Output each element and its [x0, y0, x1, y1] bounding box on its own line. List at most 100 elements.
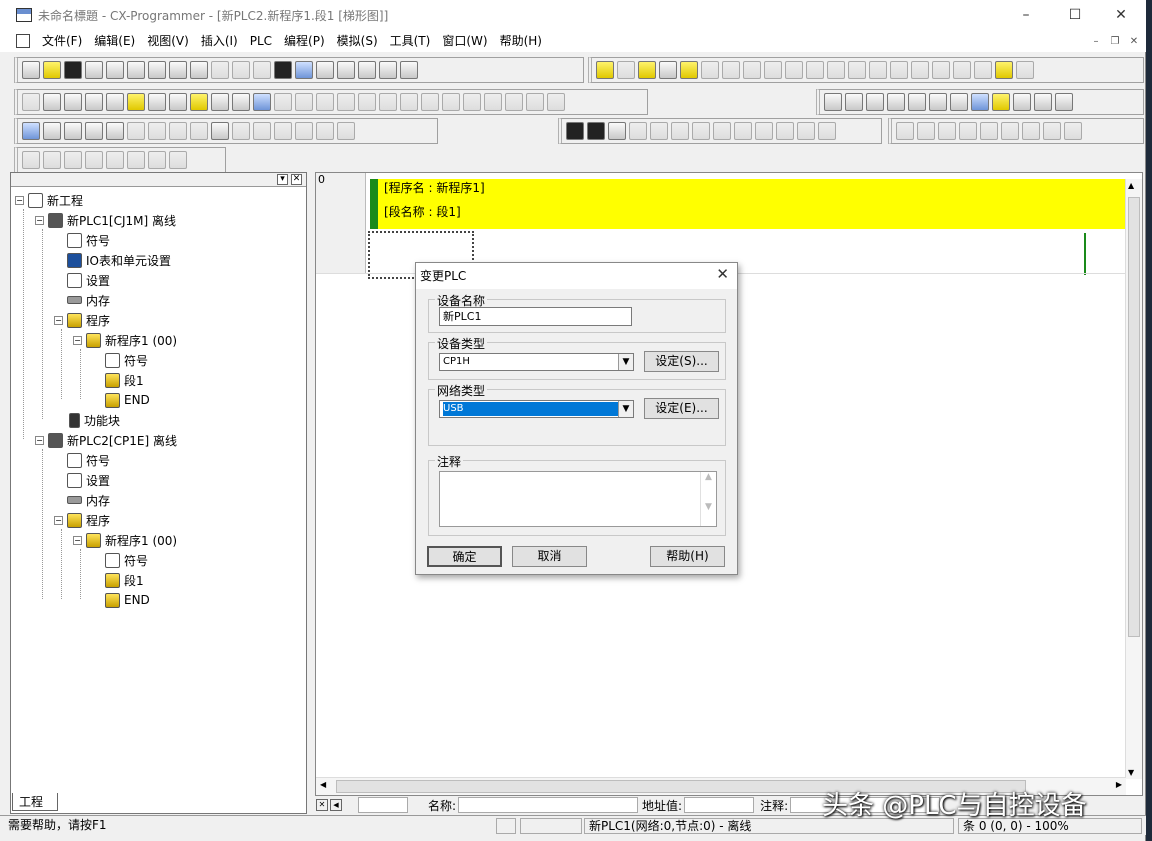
goto-icon[interactable]	[337, 61, 355, 79]
continuous-step-icon[interactable]	[797, 122, 815, 140]
menu-edit[interactable]: 编辑(E)	[88, 31, 141, 51]
scan-run-icon[interactable]	[818, 122, 836, 140]
comment-icon[interactable]	[127, 93, 145, 111]
net-5-icon[interactable]	[980, 122, 998, 140]
net-4-icon[interactable]	[959, 122, 977, 140]
tree-item-plc2-programs[interactable]: − 程序	[54, 510, 110, 530]
instruction-icon[interactable]	[442, 93, 460, 111]
tree-item-plc1-memory[interactable]: 内存	[67, 290, 110, 310]
menu-tools[interactable]: 工具(T)	[384, 31, 437, 51]
net-1-icon[interactable]	[896, 122, 914, 140]
scroll-thumb[interactable]	[1128, 197, 1140, 637]
ladder-view-icon[interactable]	[971, 93, 989, 111]
comment-textarea[interactable]: ▲ ▼	[439, 471, 717, 527]
warning-icon[interactable]	[596, 61, 614, 79]
sim-stop-icon[interactable]	[587, 122, 605, 140]
net-2-icon[interactable]	[917, 122, 935, 140]
collapse-icon[interactable]: −	[35, 435, 44, 445]
sim-settings-icon[interactable]	[608, 122, 626, 140]
maximize-button[interactable]: ☐	[1052, 0, 1098, 30]
line-delete-icon[interactable]	[505, 93, 523, 111]
net-7-icon[interactable]	[1022, 122, 1040, 140]
tree-item-plc1-section[interactable]: 段1	[105, 370, 144, 390]
info-icon[interactable]	[358, 61, 376, 79]
line-connect-icon[interactable]	[484, 93, 502, 111]
scroll-left-icon[interactable]: ◀	[320, 780, 326, 789]
help-icon[interactable]	[379, 61, 397, 79]
force-off-icon[interactable]	[974, 61, 992, 79]
program-mode-icon[interactable]	[743, 61, 761, 79]
chevron-down-icon[interactable]: ▼	[618, 401, 633, 417]
menu-insert[interactable]: 插入(I)	[195, 31, 244, 51]
scroll-down-icon[interactable]: ▼	[1128, 768, 1134, 777]
new-file-icon[interactable]	[22, 61, 40, 79]
monitor-icon[interactable]	[659, 61, 677, 79]
cycle-time-icon[interactable]	[127, 122, 145, 140]
replace-icon[interactable]	[295, 61, 313, 79]
error-icon[interactable]	[148, 122, 166, 140]
breakpoint-icon[interactable]	[629, 122, 647, 140]
compare-icon[interactable]	[869, 61, 887, 79]
tree-item-plc1-program1[interactable]: − 新程序1 (00)	[73, 330, 177, 350]
device-type-select[interactable]: CP1H ▼	[439, 353, 634, 371]
ct-icon[interactable]	[253, 93, 271, 111]
tree-item-plc1-end[interactable]: END	[105, 390, 150, 410]
line-remove-icon[interactable]	[547, 93, 565, 111]
device-settings-button[interactable]: 设定(S)...	[644, 351, 719, 372]
tree-item-plc2-end[interactable]: END	[105, 590, 150, 610]
print-preview-icon[interactable]	[85, 61, 103, 79]
tree-item-plc2-section[interactable]: 段1	[105, 570, 144, 590]
uncomment-icon[interactable]	[85, 151, 103, 169]
pause-sim-icon[interactable]	[713, 122, 731, 140]
mdi-doc-icon[interactable]	[16, 34, 30, 48]
auto-online-icon[interactable]	[638, 61, 656, 79]
st-view-icon[interactable]	[1013, 93, 1031, 111]
tree-close-button[interactable]: ✕	[291, 174, 302, 185]
down-icon[interactable]	[316, 122, 334, 140]
coil-nc-icon[interactable]	[421, 93, 439, 111]
menu-plc[interactable]: PLC	[244, 31, 278, 51]
or-no-icon[interactable]	[337, 93, 355, 111]
collapse-icon[interactable]: −	[54, 315, 63, 325]
paste-special-icon[interactable]	[211, 61, 229, 79]
net-3-icon[interactable]	[938, 122, 956, 140]
data-trace-icon[interactable]	[64, 122, 82, 140]
plc-settings-icon[interactable]	[22, 122, 40, 140]
hline-icon[interactable]	[379, 93, 397, 111]
close-button[interactable]: ✕	[1098, 0, 1144, 30]
smart-input-icon[interactable]	[232, 93, 250, 111]
error-log-icon[interactable]	[950, 93, 968, 111]
menu-help[interactable]: 帮助(H)	[494, 31, 548, 51]
pause-monitor-icon[interactable]	[722, 61, 740, 79]
edit-icon[interactable]	[43, 122, 61, 140]
prev-bookmark-icon[interactable]	[148, 151, 166, 169]
clear-bookmarks-icon[interactable]	[169, 151, 187, 169]
collapse-icon[interactable]: −	[15, 195, 24, 205]
grid-icon[interactable]	[106, 93, 124, 111]
transfer-from-plc-icon[interactable]	[848, 61, 866, 79]
refresh-icon[interactable]	[337, 122, 355, 140]
tree-item-plc1-program-symbols[interactable]: 符号	[105, 350, 148, 370]
properties-icon[interactable]	[929, 93, 947, 111]
pause-icon[interactable]	[701, 61, 719, 79]
hex-16-icon[interactable]	[274, 122, 292, 140]
tree-dropdown-button[interactable]: ▾	[277, 174, 288, 185]
output-icon[interactable]	[866, 93, 884, 111]
list-icon[interactable]	[148, 93, 166, 111]
project-icon[interactable]	[845, 93, 863, 111]
print-icon[interactable]	[106, 61, 124, 79]
mdi-restore-button[interactable]: ❐	[1106, 33, 1124, 49]
cancel-button[interactable]: 取消	[512, 546, 587, 567]
tree-item-project[interactable]: − 新工程	[15, 190, 83, 210]
online-icon[interactable]	[617, 61, 635, 79]
tools-icon[interactable]	[43, 93, 61, 111]
zoom-icon[interactable]	[22, 93, 40, 111]
vline-icon[interactable]	[526, 93, 544, 111]
network-settings-button[interactable]: 设定(E)...	[644, 398, 719, 419]
window-icon[interactable]	[211, 93, 229, 111]
tree-item-plc2-memory[interactable]: 内存	[67, 490, 110, 510]
monitor-mode-icon[interactable]	[785, 61, 803, 79]
menu-simulate[interactable]: 模拟(S)	[331, 31, 384, 51]
comment-out-icon[interactable]	[64, 151, 82, 169]
protect-icon[interactable]	[190, 122, 208, 140]
